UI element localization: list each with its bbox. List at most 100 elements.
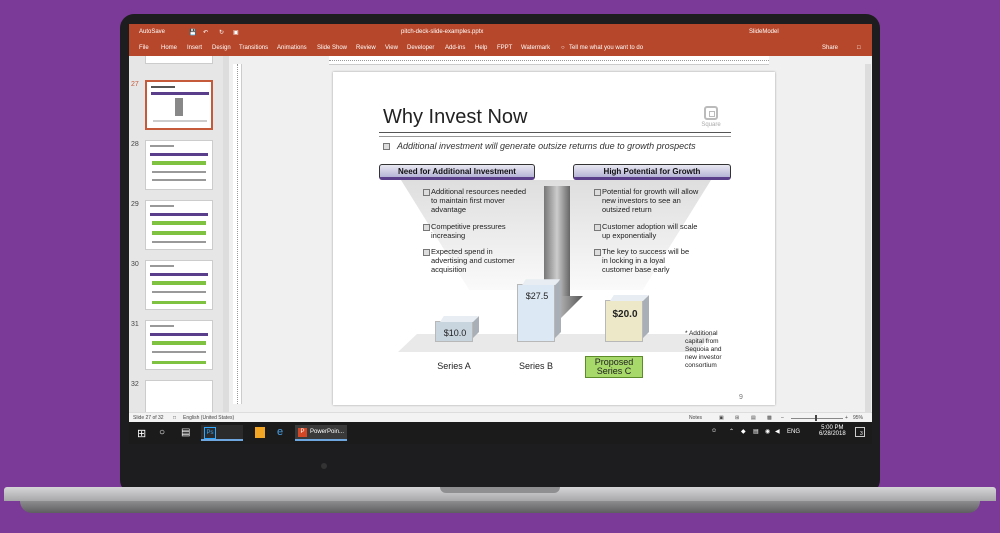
thumbnail-number: 28 — [131, 141, 139, 148]
slide-page-number: 9 — [739, 394, 743, 401]
tab-transitions[interactable]: Transitions — [239, 45, 268, 51]
left-point: Expected spend in advertising and custom… — [431, 247, 515, 274]
laptop-base-bottom — [20, 501, 980, 513]
tab-review[interactable]: Review — [356, 45, 376, 51]
comments-icon[interactable]: □ — [857, 45, 861, 51]
autosave-toggle[interactable]: AutoSave — [139, 29, 165, 35]
zoom-level[interactable]: 95% — [853, 415, 863, 421]
slide-sorter-icon[interactable]: ⊞ — [735, 415, 739, 421]
tab-file[interactable]: File — [139, 45, 149, 51]
left-point: Competitive pressures increasing — [431, 222, 506, 240]
chart-bar: $10.0 — [435, 316, 473, 342]
language-indicator[interactable]: English (United States) — [183, 415, 234, 421]
left-point: Additional resources needed to maintain … — [431, 187, 527, 214]
powerpoint-taskbar-item[interactable]: P PowerPoin... — [295, 425, 347, 441]
tab-watermark[interactable]: Watermark — [521, 45, 550, 51]
slide-counter: Slide 27 of 32 — [133, 415, 164, 421]
right-point: The key to success will be in locking in… — [602, 247, 690, 274]
undo-icon[interactable]: ↶ — [203, 29, 208, 36]
slide-thumbnail-31[interactable] — [145, 320, 213, 370]
edge-icon[interactable]: e — [277, 426, 283, 438]
save-icon[interactable]: 💾 — [189, 29, 196, 36]
people-icon[interactable]: ☺ — [711, 428, 717, 434]
slide-scrollbar[interactable] — [865, 64, 871, 412]
ribbon: File Home Insert Design Transitions Anim… — [129, 41, 872, 56]
thumbnail-number: 27 — [131, 81, 139, 88]
slide-thumbnails-pane: 27 28 29 30 31 32 — [129, 56, 229, 412]
search-icon[interactable]: ○ — [159, 427, 165, 438]
right-column-header: High Potential for Growth — [573, 164, 731, 180]
horizontal-ruler — [329, 56, 769, 65]
zoom-in-button[interactable]: + — [845, 415, 848, 421]
redo-icon[interactable]: ↻ — [219, 29, 224, 36]
clock-date: 6/28/2018 — [819, 431, 846, 437]
network-icon[interactable]: ▤ — [753, 428, 759, 435]
slideshow-icon[interactable]: ▩ — [767, 415, 772, 421]
tab-add-ins[interactable]: Add-ins — [445, 45, 465, 51]
language-indicator-taskbar[interactable]: ENG — [787, 429, 800, 435]
checkbox-bullet-icon — [594, 224, 601, 231]
checkbox-bullet-icon — [423, 224, 430, 231]
task-view-icon[interactable]: ▤ — [181, 427, 190, 438]
action-center-icon[interactable]: 3 — [855, 427, 865, 437]
thumbnail-number: 31 — [131, 321, 139, 328]
checkbox-bullet-icon — [383, 143, 390, 150]
right-point: Potential for growth will allow new inve… — [602, 187, 699, 214]
tab-home[interactable]: Home — [161, 45, 177, 51]
slide-canvas[interactable]: Why Invest Now Square Additional investm… — [333, 72, 775, 405]
slide-thumbnail-26[interactable] — [145, 56, 213, 64]
tab-fppt[interactable]: FPPT — [497, 45, 512, 51]
present-icon[interactable]: ▣ — [233, 29, 239, 36]
tab-insert[interactable]: Insert — [187, 45, 202, 51]
title-bar: AutoSave 💾 ↶ ↻ ▣ pitch-deck-slide-exampl… — [129, 24, 872, 41]
tab-animations[interactable]: Animations — [277, 45, 307, 51]
notification-count: 3 — [860, 431, 863, 437]
share-button[interactable]: Share — [822, 45, 838, 51]
laptop-base — [0, 487, 1000, 533]
spellcheck-icon[interactable]: □ — [173, 415, 176, 421]
chart-category-label: Proposed Series C — [585, 356, 643, 378]
reading-view-icon[interactable]: ▤ — [751, 415, 756, 421]
left-column-header: Need for Additional Investment — [379, 164, 535, 180]
powerpoint-icon: P — [298, 428, 307, 437]
wifi-icon[interactable]: ◉ — [765, 428, 770, 435]
thumbnail-number: 32 — [131, 381, 139, 388]
notes-button[interactable]: Notes — [689, 415, 702, 421]
thumbnails-scrollbar[interactable] — [223, 56, 229, 412]
slide-subtitle: Additional investment will generate outs… — [397, 141, 696, 151]
right-point: Customer adoption will scale up exponent… — [602, 222, 698, 240]
windows-start-icon[interactable]: ⊞ — [137, 427, 146, 440]
normal-view-icon[interactable]: ▣ — [719, 415, 724, 421]
chart-bar-top — [440, 316, 478, 322]
tell-me-search[interactable]: Tell me what you want to do — [569, 45, 643, 51]
checkbox-bullet-icon — [423, 189, 430, 196]
zoom-out-button[interactable]: – — [781, 415, 784, 421]
tab-design[interactable]: Design — [212, 45, 231, 51]
clock[interactable]: 5:00 PM 6/28/2018 — [819, 425, 846, 437]
checkbox-bullet-icon — [594, 189, 601, 196]
slide-thumbnail-28[interactable] — [145, 140, 213, 190]
volume-icon[interactable]: ◀ — [775, 428, 780, 435]
chart-bar-value-label: $10.0 — [443, 328, 467, 338]
slide-thumbnail-30[interactable] — [145, 260, 213, 310]
tab-view[interactable]: View — [385, 45, 398, 51]
zoom-slider[interactable] — [791, 418, 843, 419]
lid-notch — [440, 487, 560, 493]
dropbox-icon[interactable]: ◆ — [741, 428, 746, 435]
zoom-slider-thumb[interactable] — [815, 415, 817, 421]
chart-bar: $20.0 — [605, 295, 643, 342]
show-hidden-icons[interactable]: ⌃ — [729, 428, 734, 435]
slide-thumbnail-27[interactable] — [145, 80, 213, 130]
slide-thumbnail-29[interactable] — [145, 200, 213, 250]
chart-bar-side — [555, 279, 561, 338]
chart-bar: $27.5 — [517, 279, 555, 342]
thumbnail-number: 29 — [131, 201, 139, 208]
slide-thumbnail-32[interactable] — [145, 380, 213, 412]
sublime-icon[interactable] — [255, 427, 265, 438]
screen: AutoSave 💾 ↶ ↻ ▣ pitch-deck-slide-exampl… — [129, 24, 872, 444]
webcam — [321, 463, 327, 469]
photoshop-taskbar-item[interactable]: Ps — [201, 425, 243, 441]
tab-slide-show[interactable]: Slide Show — [317, 45, 347, 51]
tab-developer[interactable]: Developer — [407, 45, 434, 51]
tab-help[interactable]: Help — [475, 45, 487, 51]
